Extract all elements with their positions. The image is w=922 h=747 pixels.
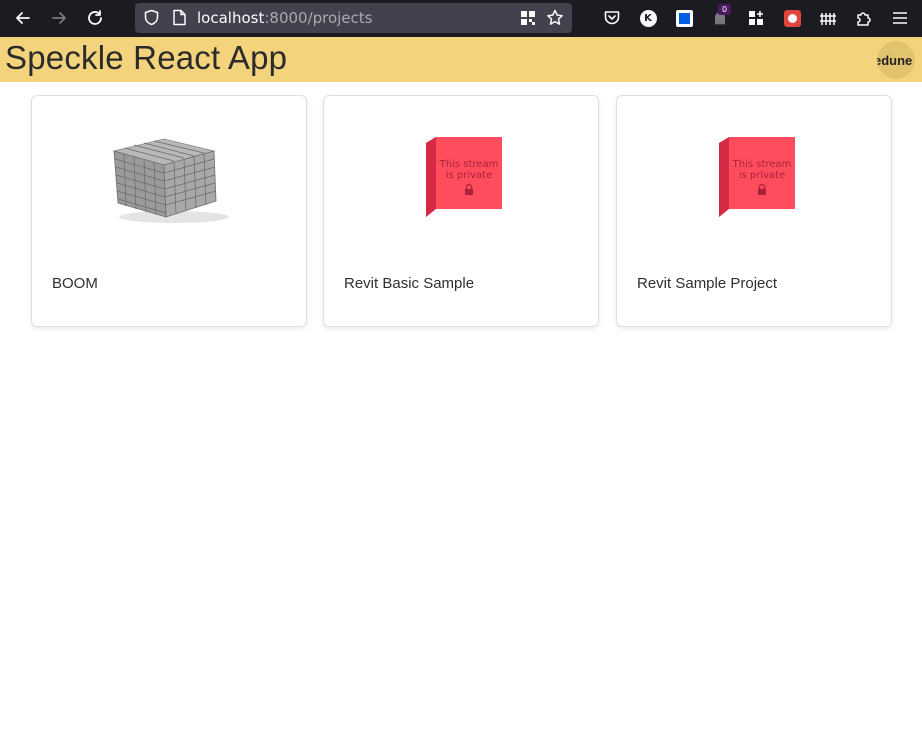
pocket-button[interactable] bbox=[601, 7, 623, 29]
private-stream-box-icon: This stream is private bbox=[426, 137, 502, 217]
extension-red-button[interactable] bbox=[781, 7, 803, 29]
extension-blue-button[interactable] bbox=[673, 7, 695, 29]
app-header: Speckle React App edune bbox=[0, 37, 922, 82]
fence-icon bbox=[820, 13, 836, 25]
red-extension-icon bbox=[783, 9, 801, 27]
private-stream-box-icon: This stream is private bbox=[719, 137, 795, 217]
project-title: Revit Sample Project bbox=[637, 275, 778, 292]
project-card[interactable]: This stream is private Revit Sample Proj… bbox=[616, 95, 892, 327]
browser-toolbar: localhost:8000/projects K 0 bbox=[0, 0, 922, 37]
project-card[interactable]: This stream is private Revit Basic Sampl… bbox=[323, 95, 599, 327]
reload-icon bbox=[88, 10, 102, 25]
private-text-line1: This stream bbox=[732, 159, 792, 170]
avatar-text: edune bbox=[877, 52, 913, 68]
app-title: Speckle React App bbox=[5, 39, 288, 76]
hamburger-menu-icon bbox=[893, 12, 907, 24]
building-model-icon bbox=[112, 138, 229, 223]
menu-button[interactable] bbox=[889, 7, 911, 29]
forward-button[interactable] bbox=[47, 6, 71, 30]
puzzle-icon bbox=[857, 12, 871, 26]
qr-code-icon[interactable] bbox=[520, 10, 536, 26]
private-text-line2: is private bbox=[739, 170, 786, 181]
reload-button[interactable] bbox=[83, 6, 107, 30]
apps-plus-icon bbox=[748, 10, 763, 25]
shield-icon bbox=[144, 9, 159, 26]
project-title: BOOM bbox=[52, 275, 98, 292]
k-extension-label: K bbox=[644, 12, 652, 24]
url-host: localhost bbox=[197, 9, 265, 27]
user-avatar[interactable]: edune bbox=[877, 41, 915, 79]
extension-fence-button[interactable] bbox=[817, 7, 839, 29]
arrow-right-icon bbox=[52, 12, 66, 24]
project-thumbnail: This stream is private bbox=[617, 96, 891, 256]
extensions-button[interactable] bbox=[853, 7, 875, 29]
url-path: :8000/projects bbox=[264, 9, 373, 27]
project-thumbnail: This stream is private bbox=[324, 96, 598, 256]
project-card[interactable]: BOOM bbox=[31, 95, 307, 327]
arrow-left-icon bbox=[16, 12, 30, 24]
project-title: Revit Basic Sample bbox=[344, 275, 475, 292]
private-text-line1: This stream bbox=[439, 159, 499, 170]
notification-badge: 0 bbox=[718, 4, 731, 15]
url-text: localhost:8000/projects bbox=[197, 9, 373, 27]
page-icon bbox=[173, 9, 186, 26]
extensions-grid-button[interactable] bbox=[745, 7, 767, 29]
grid-extension-icon bbox=[675, 9, 693, 27]
url-bar[interactable]: localhost:8000/projects bbox=[135, 3, 572, 33]
private-text-line2: is private bbox=[446, 170, 493, 181]
project-thumbnail bbox=[32, 96, 306, 256]
extension-k-button[interactable]: K bbox=[637, 7, 659, 29]
k-extension-icon: K bbox=[639, 9, 657, 27]
bookmark-star-icon[interactable] bbox=[546, 9, 564, 27]
pocket-icon bbox=[604, 11, 620, 25]
extension-ghost-button[interactable]: 0 bbox=[709, 4, 731, 29]
back-button[interactable] bbox=[11, 6, 35, 30]
